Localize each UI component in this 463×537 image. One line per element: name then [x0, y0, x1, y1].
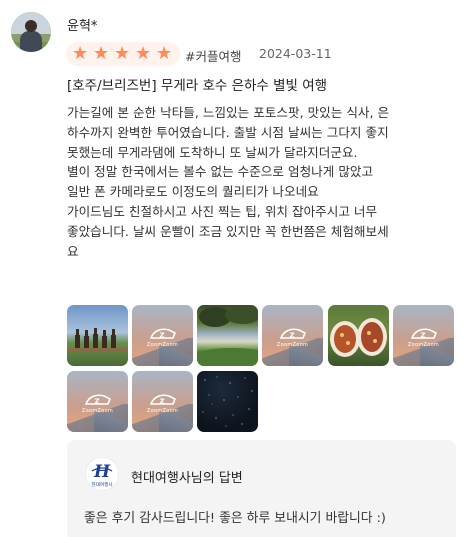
- review-body-line: 하수까지 완벽한 투어였습니다. 출발 시점 날씨는 그다지 좋지: [67, 124, 389, 140]
- review-photo[interactable]: Z ZoomZoom: [132, 305, 193, 366]
- review-body-line: 요: [67, 243, 79, 259]
- user-avatar[interactable]: [11, 12, 51, 52]
- logo-text: 현대여행사: [91, 481, 113, 488]
- review-date: 2024-03-11: [259, 46, 332, 61]
- photo-watermark: ZoomZoom: [146, 342, 179, 348]
- review-photo-lake[interactable]: [197, 305, 258, 366]
- review-body-line: 좋았습니다. 날씨 운빨이 조금 있지만 꼭 한번쯤은 체험해보세: [67, 223, 389, 239]
- reply-author: 현대여행사님의 답변: [131, 471, 243, 486]
- review-photo[interactable]: Z ZoomZoom: [262, 305, 323, 366]
- star-icon: ★: [93, 43, 110, 64]
- reviewer-name: 윤혁*: [67, 19, 98, 34]
- star-icon: ★: [114, 43, 131, 64]
- photo-watermark: ZoomZoom: [81, 408, 114, 414]
- review-body: 가는길에 본 순한 낙타들, 느낌있는 포토스팟, 맛있는 식사, 은 하수까지…: [67, 103, 459, 261]
- svg-text:Z: Z: [159, 332, 164, 340]
- svg-text:Z: Z: [94, 398, 99, 406]
- svg-text:H: H: [93, 462, 111, 482]
- review-photo[interactable]: Z ZoomZoom: [393, 305, 454, 366]
- rating-stars: ★ ★ ★ ★ ★: [66, 42, 180, 66]
- review-photo[interactable]: Z ZoomZoom: [67, 371, 128, 432]
- review-photo-night-sky[interactable]: [197, 371, 258, 432]
- review-photo-llamas[interactable]: [67, 305, 128, 366]
- svg-text:Z: Z: [420, 332, 425, 340]
- review-photo[interactable]: Z ZoomZoom: [132, 371, 193, 432]
- review-body-line: 별이 정말 한국에서는 볼수 없는 수준으로 엄청나게 많았고: [67, 164, 374, 180]
- review-title: [호주/브리즈번] 무게라 호수 은하수 별빛 여행: [67, 78, 328, 94]
- review-body-line: 못했는데 무게라댐에 도착하니 또 날씨가 달라지더군요.: [67, 144, 358, 160]
- review-body-line: 일반 폰 카메라로도 이정도의 퀄리티가 나오네요: [67, 184, 319, 200]
- reply-text: 좋은 후기 감사드립니다! 좋은 하루 보내시기 바랍니다 :): [84, 511, 386, 526]
- photo-watermark: ZoomZoom: [276, 342, 309, 348]
- review-body-line: 가는길에 본 순한 낙타들, 느낌있는 포토스팟, 맛있는 식사, 은: [67, 105, 390, 120]
- photo-watermark: ZoomZoom: [407, 342, 440, 348]
- review-body-line: 가이드님도 친절하시고 사진 찍는 팁, 위치 잡아주시고 너무: [67, 203, 378, 219]
- svg-text:Z: Z: [289, 332, 294, 340]
- star-icon: ★: [156, 43, 173, 64]
- star-icon: ★: [72, 43, 89, 64]
- star-icon: ★: [135, 43, 152, 64]
- review-photo-food[interactable]: [328, 305, 389, 366]
- trip-type-tag: #커플여행: [185, 49, 242, 64]
- photo-watermark: ZoomZoom: [146, 408, 179, 414]
- hyundai-travel-logo: H 현대여행사: [84, 456, 120, 492]
- svg-text:Z: Z: [159, 398, 164, 406]
